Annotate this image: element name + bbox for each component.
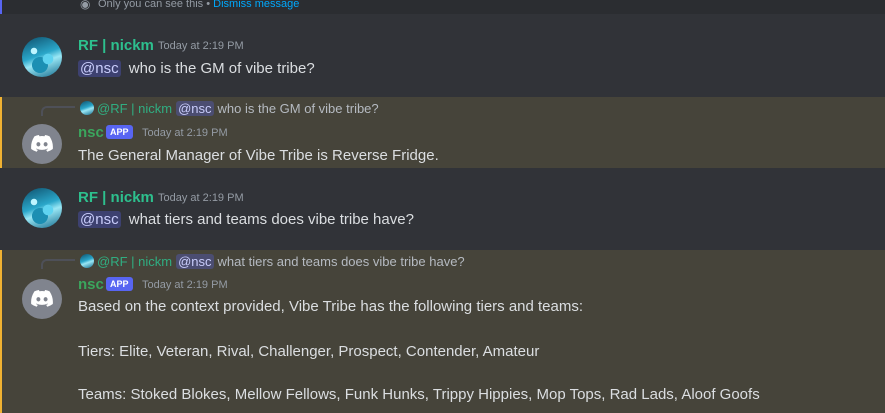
message-line: Teams: Stoked Blokes, Mellow Fellows, Fu… xyxy=(78,386,760,403)
eye-icon: ◉ xyxy=(80,0,91,11)
author-name[interactable]: nsc xyxy=(78,276,104,293)
user-mention[interactable]: @nsc xyxy=(78,60,121,77)
discord-logo-icon xyxy=(31,290,53,307)
reply-spine xyxy=(41,259,75,269)
message-content: @nsc who is the GM of vibe tribe? xyxy=(78,60,315,77)
mention-highlight-bar xyxy=(0,97,2,168)
message-line: Based on the context provided, Vibe Trib… xyxy=(78,298,584,315)
message-highlighted: @RF | nickm @nsc what tiers and teams does… xyxy=(0,250,885,413)
notice-text: Only you can see this • xyxy=(98,0,214,10)
timestamp: Today at 2:19 PM xyxy=(158,40,244,52)
message-highlighted: @RF | nickm @nsc who is the GM of vibe tri… xyxy=(0,97,885,168)
reply-preview[interactable]: @RF | nickm @nsc what tiers and teams does… xyxy=(80,254,465,269)
avatar[interactable] xyxy=(22,37,62,77)
message-text: The General Manager of Vibe Tribe is Rev… xyxy=(78,147,439,164)
message: RF | nickm Today at 2:19 PM @nsc who is … xyxy=(0,30,885,92)
reply-mention[interactable]: @nsc xyxy=(176,254,214,269)
author-name[interactable]: RF | nickm xyxy=(78,189,154,206)
timestamp: Today at 2:19 PM xyxy=(142,127,228,139)
user-mention[interactable]: @nsc xyxy=(78,211,121,228)
app-badge: APP xyxy=(106,125,133,139)
notice-bar xyxy=(0,0,2,14)
mention-highlight-bar xyxy=(0,250,2,413)
message-line: Tiers: Elite, Veteran, Rival, Challenger… xyxy=(78,343,540,360)
message-content: The General Manager of Vibe Tribe is Rev… xyxy=(78,147,439,164)
message: RF | nickm Today at 2:19 PM @nsc what ti… xyxy=(0,182,885,244)
reply-mention[interactable]: @nsc xyxy=(176,101,214,116)
reply-preview[interactable]: @RF | nickm @nsc who is the GM of vibe tri… xyxy=(80,101,379,116)
ephemeral-notice: ◉ Only you can see this • Dismiss messag… xyxy=(0,0,885,14)
message-text: who is the GM of vibe tribe? xyxy=(128,60,315,77)
reply-text: who is the GM of vibe tribe? xyxy=(217,101,379,116)
reply-text: what tiers and teams does vibe tribe hav… xyxy=(217,254,465,269)
dismiss-message-link[interactable]: Dismiss message xyxy=(213,0,299,10)
reply-spine xyxy=(41,106,75,116)
message-content: @nsc what tiers and teams does vibe trib… xyxy=(78,211,414,228)
reply-author[interactable]: @RF | nickm xyxy=(97,254,172,269)
timestamp: Today at 2:19 PM xyxy=(142,279,228,291)
reply-avatar xyxy=(80,101,94,115)
author-name[interactable]: nsc xyxy=(78,124,104,141)
avatar[interactable] xyxy=(22,124,62,164)
timestamp: Today at 2:19 PM xyxy=(158,192,244,204)
avatar[interactable] xyxy=(22,279,62,319)
reply-avatar xyxy=(80,254,94,268)
reply-author[interactable]: @RF | nickm xyxy=(97,101,172,116)
message-text: what tiers and teams does vibe tribe hav… xyxy=(128,211,414,228)
avatar[interactable] xyxy=(22,188,62,228)
author-name[interactable]: RF | nickm xyxy=(78,37,154,54)
app-badge: APP xyxy=(106,277,133,291)
discord-logo-icon xyxy=(31,135,53,152)
